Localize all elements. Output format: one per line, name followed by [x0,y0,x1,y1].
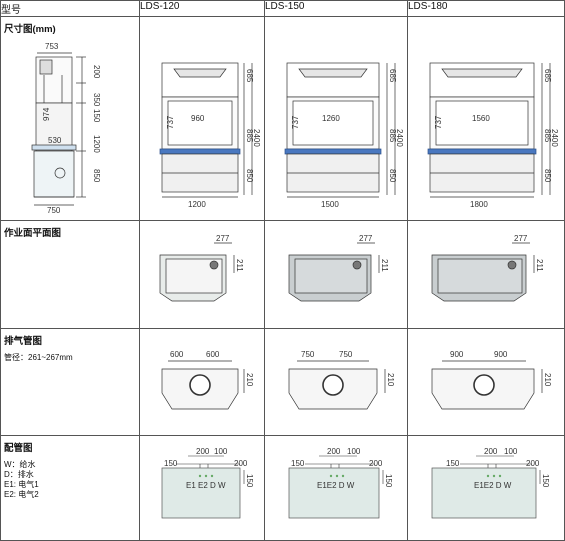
side-top-width: 753 [45,42,59,51]
front-h850: 850 [388,169,397,183]
front-h685: 685 [543,69,552,83]
p-200: 200 [196,447,210,456]
p-labels: E1E2 D W [474,481,512,490]
worksurface-2: 277 211 [264,220,408,329]
worksurface-row: 作业面平面图 277 211 277 211 277 211 [0,220,565,329]
front-h2400: 2400 [395,129,404,147]
exhaust-2: 750 750 210 [264,328,408,436]
ws-277: 277 [216,234,230,243]
side-h-total: 1200 [92,135,101,153]
ws-277: 277 [359,234,373,243]
dimensions-row: 尺寸图(mm) 753 200 350 150 1200 850 974 530… [0,16,565,221]
ex-210: 210 [245,373,254,387]
front-h685: 685 [245,69,254,83]
spec-table: 型号 LDS-120 LDS-150 LDS-180 尺寸图(mm) 753 2… [0,0,565,541]
side-base-width: 750 [47,206,61,213]
p-150v: 150 [245,474,254,488]
header-row: 型号 LDS-120 LDS-150 LDS-180 [0,0,565,17]
model-header-1: LDS-120 [139,0,265,17]
legend-d: D：排水 [4,470,34,479]
p-150: 150 [164,459,178,468]
p-150v: 150 [541,474,550,488]
ex-b: 900 [494,350,508,359]
front-h2400: 2400 [252,129,261,147]
p-150v: 150 [384,474,393,488]
worksurface-1: 277 211 [139,220,265,329]
piping-label: 配管图 [4,443,33,454]
ws-211: 211 [380,259,389,272]
front-inner-width: 1260 [322,114,340,123]
front-inner-width: 960 [191,114,205,123]
worksurface-label: 作业面平面图 [4,228,62,239]
side-inner-h: 974 [42,107,51,121]
p-200b: 200 [369,459,383,468]
ex-a: 750 [301,350,315,359]
exhaust-row: 排气管图 管径：261~267mm 600 600 210 750 750 21… [0,328,565,436]
front-h850: 850 [245,169,254,183]
piping-row: 配管图 W：给水 D：排水 E1: 电气1 E2: 电气2 200 100 15… [0,435,565,541]
side-h-mid: 150 [92,109,101,123]
front-inner-width: 1560 [472,114,490,123]
exhaust-label: 排气管图 [4,336,43,347]
worksurface-3: 277 211 [407,220,565,329]
front-h737: 737 [291,115,300,129]
dimensions-label: 尺寸图(mm) [4,24,56,35]
side-h-top: 350 [92,93,101,107]
legend-e1: E1: 电气1 [4,480,39,489]
piping-2: 200 100 150 200 150 E1E2 D W [264,435,408,541]
front-width: 1200 [188,200,206,209]
legend-e2: E2: 电气2 [4,490,39,499]
piping-3: 200 100 150 200 150 E1E2 D W [407,435,565,541]
front-width: 1800 [470,200,488,209]
ex-b: 600 [206,350,220,359]
exhaust-label-cell: 排气管图 管径：261~267mm [0,328,140,436]
model-label: 型号 [0,0,140,17]
ws-211: 211 [235,259,244,272]
p-100: 100 [504,447,518,456]
spec-sheet: 型号 LDS-120 LDS-150 LDS-180 尺寸图(mm) 753 2… [0,0,565,541]
p-200b: 200 [234,459,248,468]
p-150: 150 [291,459,305,468]
model-header-2: LDS-150 [264,0,408,17]
side-top-depth: 200 [92,65,101,79]
ws-277: 277 [514,234,528,243]
worksurface-label-cell: 作业面平面图 [0,220,140,329]
model-header-3: LDS-180 [407,0,565,17]
front-h685: 685 [388,69,397,83]
side-view-drawing: 753 200 350 150 1200 850 974 530 750 [31,42,101,213]
exhaust-3: 900 900 210 [407,328,565,436]
piping-1: 200 100 150 200 150 E1 E2 D W [139,435,265,541]
p-200: 200 [484,447,498,456]
ex-210: 210 [543,373,552,387]
front-h850: 850 [543,169,552,183]
piping-label-cell: 配管图 W：给水 D：排水 E1: 电气1 E2: 电气2 [0,435,140,541]
p-150: 150 [446,459,460,468]
front-view-3: 1560 1800 685 885 2400 737 850 [407,16,565,221]
legend-w: W：给水 [4,460,36,469]
ex-210: 210 [386,373,395,387]
p-labels: E1 E2 D W [186,481,226,490]
ws-211: 211 [535,259,544,272]
dimensions-label-cell: 尺寸图(mm) 753 200 350 150 1200 850 974 530… [0,16,140,221]
exhaust-sub: 管径：261~267mm [4,353,73,362]
side-h-low: 850 [92,169,101,183]
p-100: 100 [347,447,361,456]
ex-a: 900 [450,350,464,359]
front-h2400: 2400 [550,129,559,147]
piping-legend: W：给水 D：排水 E1: 电气1 E2: 电气2 [4,460,136,500]
front-view-1: 960 1200 685 885 2400 737 850 [139,16,265,221]
side-inner-w: 530 [48,136,62,145]
p-labels: E1E2 D W [317,481,355,490]
p-200b: 200 [526,459,540,468]
p-100: 100 [214,447,228,456]
p-200: 200 [327,447,341,456]
front-h737: 737 [434,115,443,129]
ex-b: 750 [339,350,353,359]
front-width: 1500 [321,200,339,209]
exhaust-1: 600 600 210 [139,328,265,436]
front-view-2: 1260 1500 685 885 2400 737 850 [264,16,408,221]
ex-a: 600 [170,350,184,359]
front-h737: 737 [166,115,175,129]
